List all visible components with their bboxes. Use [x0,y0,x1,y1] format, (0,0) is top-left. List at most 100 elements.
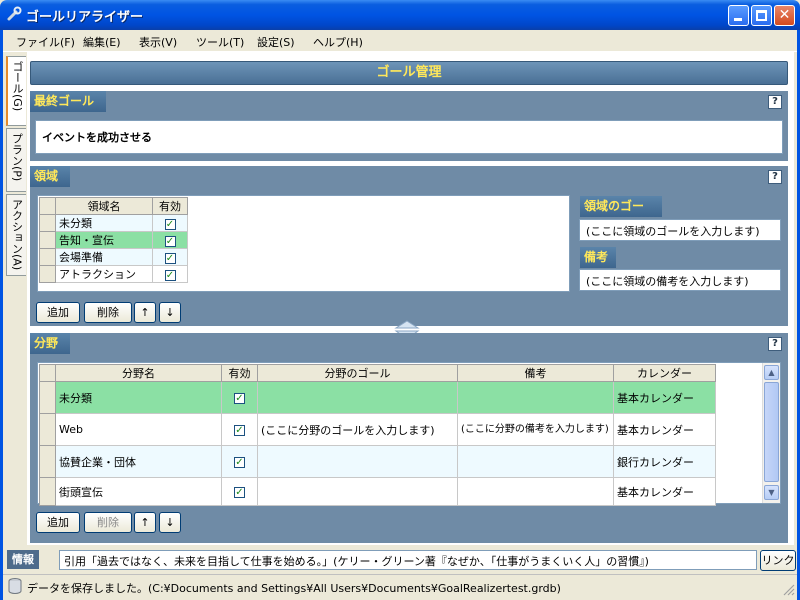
table-row[interactable]: 協賛企業・団体 ✓ 銀行カレンダー [39,445,716,478]
table-row-selected[interactable]: 未分類 ✓ 基本カレンダー [39,381,716,414]
scroll-thumb[interactable] [764,382,779,482]
table-row[interactable]: アトラクション ✓ [39,265,188,283]
table-row-selected[interactable]: 告知・宣伝 ✓ [39,231,188,249]
enabled-cell[interactable]: ✓ [221,413,258,446]
minimize-button[interactable] [728,5,749,26]
title-bar[interactable]: ゴールリアライザー ✕ [0,0,800,30]
column-header-domain-name[interactable]: 領域名 [55,197,153,215]
link-button[interactable]: リンク [760,550,796,571]
enabled-cell[interactable]: ✓ [152,248,188,266]
help-icon[interactable]: ? [768,170,782,184]
help-icon[interactable]: ? [768,95,782,109]
move-down-button[interactable]: ↓ [159,302,181,323]
field-goal-cell[interactable] [257,381,458,414]
row-selector[interactable] [39,214,56,232]
domain-name-cell[interactable]: アトラクション [55,265,153,283]
move-up-button[interactable]: ↑ [134,302,156,323]
checkbox-checked-icon[interactable]: ✓ [164,269,176,281]
column-header-field-name[interactable]: 分野名 [55,364,222,382]
field-name-cell[interactable]: 街頭宣伝 [55,477,222,506]
tab-plan-label: プラン(P) [10,133,24,182]
minimize-icon [734,18,742,21]
field-memo-cell[interactable] [457,381,614,414]
tab-goal[interactable]: ゴール(G) [6,56,26,126]
menu-settings[interactable]: 設定(S) [257,34,295,50]
column-header-enabled[interactable]: 有効 [152,197,188,215]
checkbox-checked-icon[interactable]: ✓ [234,457,245,468]
checkbox-checked-icon[interactable]: ✓ [164,252,176,264]
table-row[interactable]: 会場準備 ✓ [39,248,188,266]
enabled-cell[interactable]: ✓ [221,477,258,506]
row-selector[interactable] [39,231,56,249]
row-selector[interactable] [39,477,56,506]
row-header-corner [39,364,56,382]
checkbox-checked-icon[interactable]: ✓ [234,425,245,436]
final-goal-input[interactable]: イベントを成功させる [35,120,783,154]
field-goal-cell[interactable] [257,445,458,478]
add-field-button[interactable]: 追加 [36,512,80,533]
domain-name-cell[interactable]: 会場準備 [55,248,153,266]
domain-name-cell[interactable]: 未分類 [55,214,153,232]
field-memo-cell[interactable] [457,445,614,478]
menu-bar: ファイル(F) 編集(E) 表示(V) ツール(T) 設定(S) ヘルプ(H) [3,30,797,52]
enabled-cell[interactable]: ✓ [152,265,188,283]
final-goal-label: 最終ゴール [30,91,106,112]
field-memo-cell[interactable]: (ここに分野の備考を入力します) [457,413,614,446]
menu-edit[interactable]: 編集(E) [83,34,121,50]
help-icon[interactable]: ? [768,337,782,351]
tab-plan[interactable]: プラン(P) [6,128,26,192]
table-row[interactable]: 街頭宣伝 ✓ 基本カレンダー [39,477,716,506]
row-selector[interactable] [39,413,56,446]
checkbox-checked-icon[interactable]: ✓ [234,487,245,498]
table-row[interactable]: Web ✓ (ここに分野のゴールを入力します) (ここに分野の備考を入力します)… [39,413,716,446]
enabled-cell[interactable]: ✓ [152,214,188,232]
table-row[interactable]: 未分類 ✓ [39,214,188,232]
calendar-cell[interactable]: 基本カレンダー [613,477,716,506]
row-selector[interactable] [39,265,56,283]
checkbox-checked-icon[interactable]: ✓ [164,218,176,230]
status-bar: データを保存しました。(C:¥Documents and Settings¥Al… [3,574,797,597]
close-button[interactable]: ✕ [774,5,795,26]
delete-domain-button[interactable]: 削除 [84,302,132,323]
enabled-cell[interactable]: ✓ [221,445,258,478]
field-name-cell[interactable]: 未分類 [55,381,222,414]
row-selector[interactable] [39,381,56,414]
menu-file[interactable]: ファイル(F) [16,34,75,50]
calendar-cell[interactable]: 銀行カレンダー [613,445,716,478]
row-selector[interactable] [39,445,56,478]
delete-field-button[interactable]: 削除 [84,512,132,533]
field-memo-cell[interactable] [457,477,614,506]
field-goal-cell[interactable]: (ここに分野のゴールを入力します) [257,413,458,446]
row-selector[interactable] [39,248,56,266]
menu-tools[interactable]: ツール(T) [196,34,244,50]
field-section: 分野 ? 分野名 有効 分野のゴール 備考 カレンダー 未分類 ✓ 基本カレンダ… [30,333,788,543]
resize-grip-icon[interactable] [783,584,795,596]
menu-help[interactable]: ヘルプ(H) [313,34,363,50]
scroll-down-icon[interactable]: ▼ [764,485,779,500]
maximize-button[interactable] [751,5,772,26]
move-down-button[interactable]: ↓ [159,512,181,533]
field-goal-cell[interactable] [257,477,458,506]
column-header-enabled[interactable]: 有効 [221,364,258,382]
scroll-up-icon[interactable]: ▲ [764,365,779,380]
tab-action[interactable]: アクション(A) [6,194,26,276]
field-name-cell[interactable]: Web [55,413,222,446]
checkbox-checked-icon[interactable]: ✓ [234,393,245,404]
domain-memo-input[interactable]: (ここに領域の備考を入力します) [579,269,781,291]
enabled-cell[interactable]: ✓ [152,231,188,249]
menu-view[interactable]: 表示(V) [139,34,177,50]
column-header-calendar[interactable]: カレンダー [613,364,716,382]
column-header-memo[interactable]: 備考 [457,364,614,382]
calendar-cell[interactable]: 基本カレンダー [613,381,716,414]
calendar-cell[interactable]: 基本カレンダー [613,413,716,446]
move-up-button[interactable]: ↑ [134,512,156,533]
column-header-field-goal[interactable]: 分野のゴール [257,364,458,382]
domain-goal-input[interactable]: (ここに領域のゴールを入力します) [579,219,781,241]
field-name-cell[interactable]: 協賛企業・団体 [55,445,222,478]
final-goal-section: 最終ゴール ? イベントを成功させる [30,91,788,161]
domain-name-cell[interactable]: 告知・宣伝 [55,231,153,249]
add-domain-button[interactable]: 追加 [36,302,80,323]
enabled-cell[interactable]: ✓ [221,381,258,414]
vertical-scrollbar[interactable]: ▲ ▼ [762,363,780,503]
checkbox-checked-icon[interactable]: ✓ [164,235,176,247]
